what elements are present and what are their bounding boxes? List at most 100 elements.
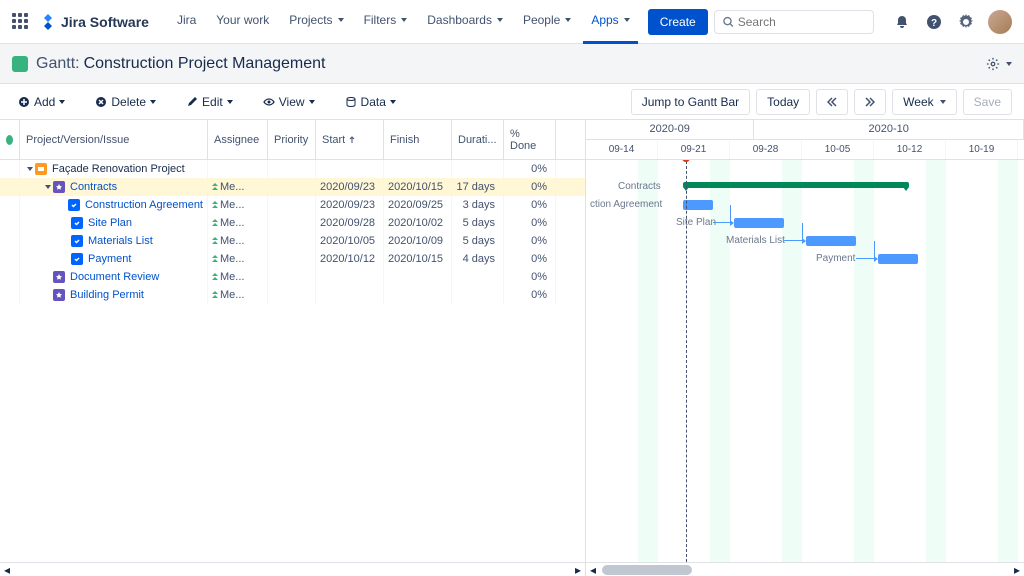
duration-cell[interactable]: 4 days [452,250,504,268]
nav-item-projects[interactable]: Projects [281,0,351,44]
edit-button[interactable]: Edit [180,91,239,113]
scroll-left-icon[interactable]: ◂ [0,563,14,576]
start-header[interactable]: Start [316,120,384,159]
priority-cell[interactable] [268,286,316,304]
scroll-left-icon[interactable]: ◂ [586,563,600,576]
table-row[interactable]: Façade Renovation Project 0% [0,160,585,178]
issue-name-cell[interactable]: Façade Renovation Project [20,160,208,178]
table-row[interactable]: Construction Agreement Me... 2020/09/23202… [0,196,585,214]
done-cell[interactable]: 0% [504,268,556,286]
save-button[interactable]: Save [963,89,1012,115]
priority-header[interactable]: Priority [268,120,316,159]
status-header[interactable] [0,120,20,159]
nav-item-your-work[interactable]: Your work [208,0,277,44]
finish-cell[interactable]: 2020/10/15 [384,250,452,268]
issue-link[interactable]: Contracts [70,181,117,193]
priority-cell[interactable] [268,178,316,196]
issue-link[interactable]: Façade Renovation Project [52,163,185,175]
duration-cell[interactable] [452,286,504,304]
nav-item-jira[interactable]: Jira [169,0,204,44]
finish-cell[interactable]: 2020/09/25 [384,196,452,214]
done-cell[interactable]: 0% [504,160,556,178]
finish-cell[interactable] [384,286,452,304]
task-bar[interactable] [683,200,713,210]
today-button[interactable]: Today [756,89,810,115]
issue-link[interactable]: Construction Agreement [85,199,203,211]
finish-cell[interactable] [384,160,452,178]
assignee-cell[interactable]: Me... [208,214,268,232]
scroll-left-button[interactable] [816,89,848,115]
scroll-right-icon[interactable]: ▸ [571,563,585,576]
gantt-hscroll[interactable]: ◂ ▸ [586,562,1024,576]
issue-name-cell[interactable]: Construction Agreement [20,196,208,214]
assignee-cell[interactable]: Me... [208,250,268,268]
done-cell[interactable]: 0% [504,286,556,304]
done-cell[interactable]: 0% [504,232,556,250]
done-cell[interactable]: 0% [504,214,556,232]
notifications-icon[interactable] [890,10,914,34]
finish-cell[interactable] [384,268,452,286]
scroll-right-icon[interactable]: ▸ [1010,563,1024,576]
assignee-cell[interactable]: Me... [208,196,268,214]
issue-name-cell[interactable]: Site Plan [20,214,208,232]
assignee-cell[interactable]: Me... [208,268,268,286]
create-button[interactable]: Create [648,9,708,35]
issue-name-cell[interactable]: Document Review [20,268,208,286]
assignee-cell[interactable] [208,160,268,178]
delete-button[interactable]: Delete [89,91,162,113]
issue-name-cell[interactable]: Payment [20,250,208,268]
start-cell[interactable]: 2020/09/23 [316,196,384,214]
nav-item-filters[interactable]: Filters [356,0,416,44]
issue-name-cell[interactable]: Building Permit [20,286,208,304]
summary-bar[interactable] [683,182,909,188]
start-cell[interactable]: 2020/10/05 [316,232,384,250]
jump-to-bar-button[interactable]: Jump to Gantt Bar [631,89,750,115]
task-bar[interactable] [806,236,856,246]
done-cell[interactable]: 0% [504,196,556,214]
duration-cell[interactable] [452,268,504,286]
start-cell[interactable]: 2020/09/23 [316,178,384,196]
start-cell[interactable] [316,268,384,286]
assignee-cell[interactable]: Me... [208,232,268,250]
search-input[interactable] [738,15,865,29]
finish-cell[interactable]: 2020/10/02 [384,214,452,232]
issue-link[interactable]: Document Review [70,271,159,283]
table-row[interactable]: Materials ListMe...2020/10/052020/10/095… [0,232,585,250]
assignee-header[interactable]: Assignee [208,120,268,159]
finish-cell[interactable]: 2020/10/09 [384,232,452,250]
nav-item-dashboards[interactable]: Dashboards [419,0,511,44]
issue-name-cell[interactable]: Materials List [20,232,208,250]
start-cell[interactable] [316,160,384,178]
jira-logo[interactable]: Jira Software [40,14,149,30]
issue-link[interactable]: Materials List [88,235,153,247]
start-cell[interactable]: 2020/10/12 [316,250,384,268]
issue-link[interactable]: Site Plan [88,217,132,229]
nav-item-people[interactable]: People [515,0,579,44]
grid-hscroll[interactable]: ◂ ▸ [0,562,585,576]
done-cell[interactable]: 0% [504,178,556,196]
priority-cell[interactable] [268,214,316,232]
duration-cell[interactable]: 3 days [452,196,504,214]
expand-caret-icon[interactable] [45,185,51,189]
issue-name-cell[interactable]: Contracts [20,178,208,196]
table-row[interactable]: Site PlanMe...2020/09/282020/10/025 days… [0,214,585,232]
duration-cell[interactable]: 17 days [452,178,504,196]
finish-cell[interactable]: 2020/10/15 [384,178,452,196]
start-cell[interactable] [316,286,384,304]
assignee-cell[interactable]: Me... [208,178,268,196]
search-box[interactable] [714,10,874,34]
user-avatar[interactable] [988,10,1012,34]
app-switcher-icon[interactable] [12,13,30,31]
issue-link[interactable]: Building Permit [70,289,144,301]
nav-item-apps[interactable]: Apps [583,0,637,44]
add-button[interactable]: Add [12,91,71,113]
task-bar[interactable] [734,218,784,228]
gantt-body[interactable]: Contractsction AgreementSite PlanMateria… [586,160,1024,562]
view-button[interactable]: View [257,91,321,113]
scroll-right-button[interactable] [854,89,886,115]
assignee-cell[interactable]: Me... [208,286,268,304]
priority-cell[interactable] [268,232,316,250]
table-row[interactable]: Document Review Me... 0% [0,268,585,286]
page-settings-button[interactable] [986,57,1012,71]
duration-header[interactable]: Durati... [452,120,504,159]
